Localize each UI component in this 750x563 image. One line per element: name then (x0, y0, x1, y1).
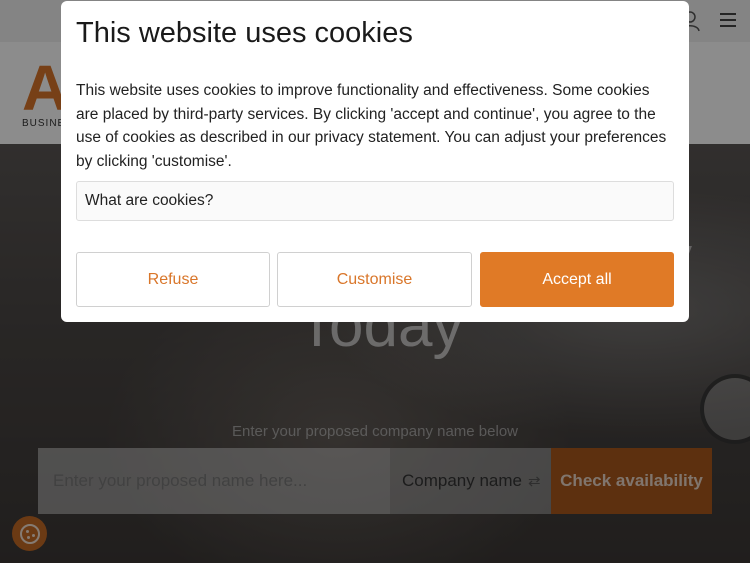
what-are-cookies-toggle[interactable]: What are cookies? (76, 181, 674, 221)
dialog-title: This website uses cookies (76, 17, 413, 49)
cookie-consent-dialog: This website uses cookies This website u… (61, 1, 689, 322)
accept-all-button[interactable]: Accept all (480, 252, 674, 307)
dialog-body: This website uses cookies to improve fun… (76, 82, 667, 170)
refuse-button[interactable]: Refuse (76, 252, 270, 307)
customise-button[interactable]: Customise (277, 252, 472, 307)
